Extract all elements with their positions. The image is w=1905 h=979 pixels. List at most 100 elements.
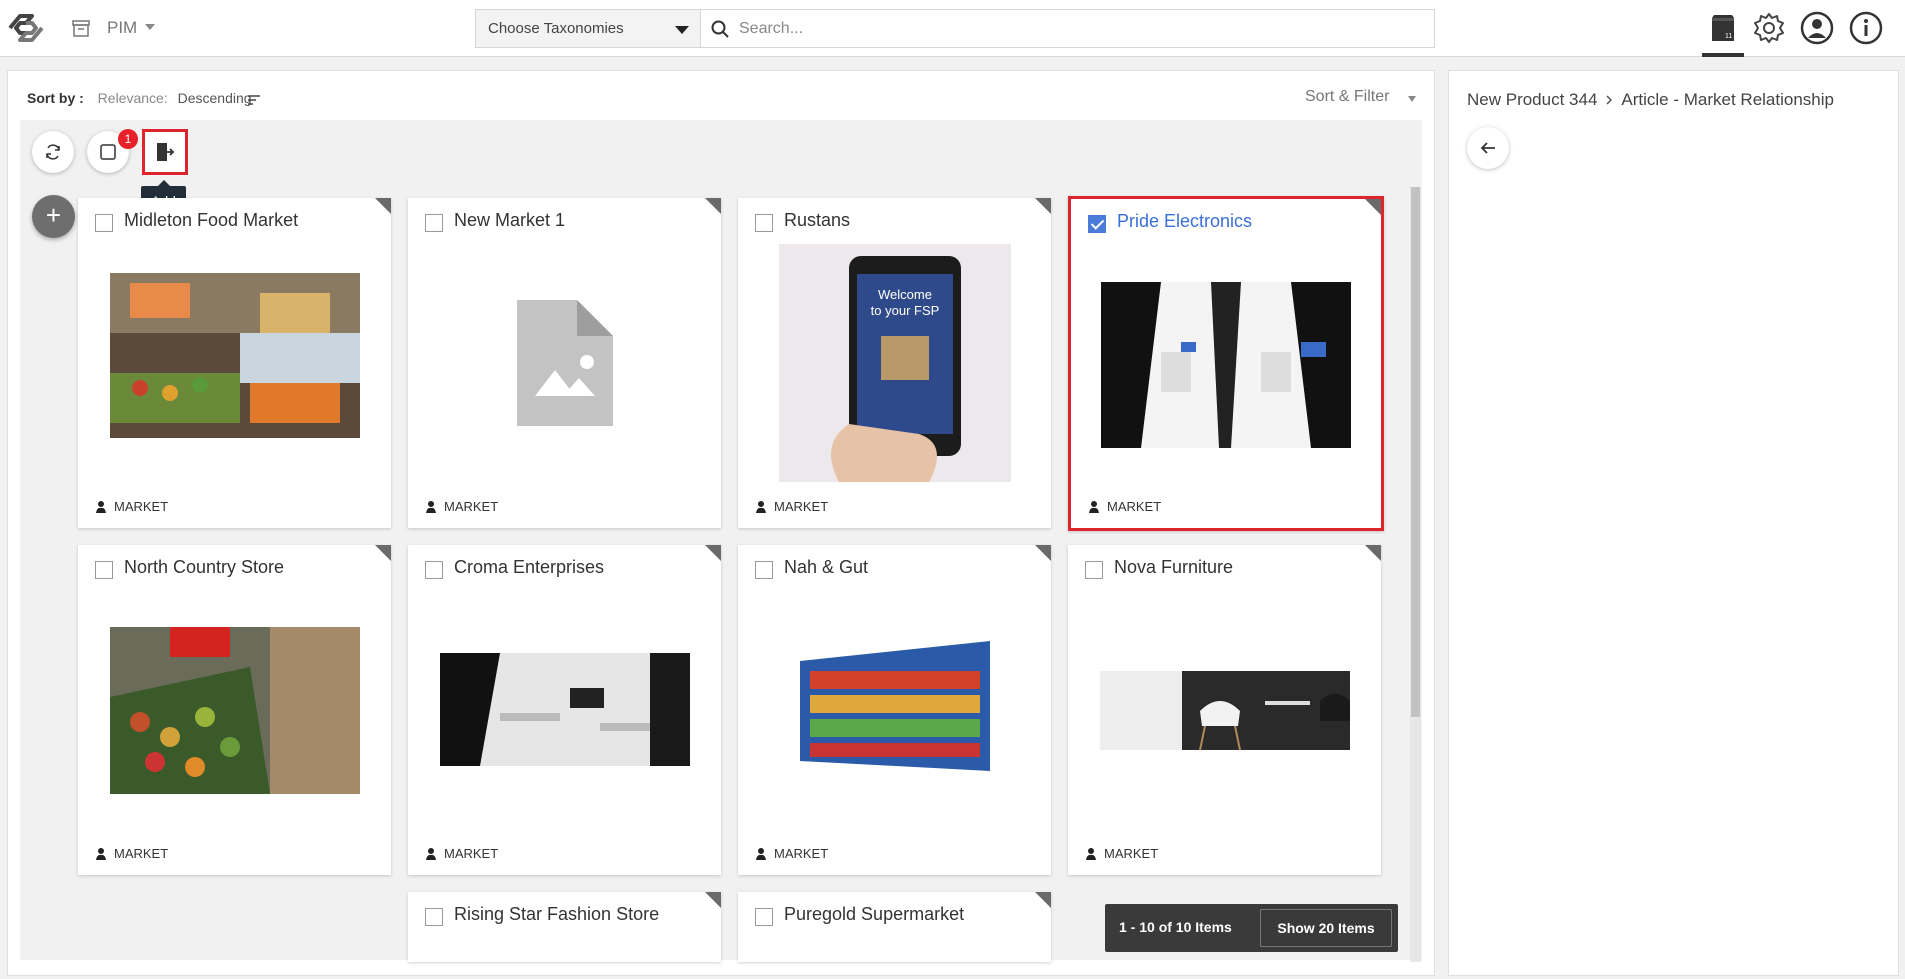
market-person-icon (756, 847, 766, 860)
card-checkbox[interactable] (755, 561, 773, 579)
breadcrumb-parent[interactable]: New Product 344 (1467, 90, 1597, 110)
card-new-market-1[interactable]: New Market 1 MARKET (408, 198, 721, 528)
card-title[interactable]: Pride Electronics (1117, 211, 1252, 232)
card-checkbox[interactable] (755, 214, 773, 232)
archive-icon (72, 20, 90, 37)
svg-text:11: 11 (1725, 33, 1732, 40)
market-person-icon (1086, 847, 1096, 860)
card-north-country-store[interactable]: North Country Store MARKET (78, 545, 391, 875)
card-image (1101, 282, 1351, 448)
market-person-icon (96, 847, 106, 860)
sort-lines-icon[interactable] (247, 94, 261, 106)
card-checkbox-checked[interactable] (1088, 215, 1106, 233)
card-corner-flag (705, 545, 721, 561)
taxonomy-select-label: Choose Taxonomies (488, 20, 624, 37)
card-type: MARKET (754, 846, 828, 861)
card-checkbox[interactable] (95, 214, 113, 232)
card-checkbox[interactable] (95, 561, 113, 579)
back-button[interactable] (1467, 127, 1509, 169)
pagination-bar: 1 - 10 of 10 Items Show 20 Items (1105, 904, 1398, 952)
card-image (109, 627, 360, 794)
card-title[interactable]: Midleton Food Market (124, 210, 298, 231)
card-rustans[interactable]: Rustans Welcome to your FSP MARKET (738, 198, 1051, 528)
card-corner-flag (375, 545, 391, 561)
card-nah-gut[interactable]: Nah & Gut MARKET (738, 545, 1051, 875)
card-pride-electronics[interactable]: Pride Electronics MARKET (1068, 196, 1384, 531)
active-tab-indicator (1702, 53, 1744, 57)
svg-text:to your FSP: to your FSP (870, 303, 939, 318)
card-nova-furniture[interactable]: Nova Furniture MARKET (1068, 545, 1381, 875)
card-corner-flag (1035, 892, 1051, 908)
search-icon (711, 20, 729, 38)
card-checkbox[interactable] (755, 908, 773, 926)
card-checkbox[interactable] (425, 214, 443, 232)
card-title[interactable]: Puregold Supermarket (784, 904, 964, 925)
arrow-left-icon (1480, 142, 1495, 154)
card-type: MARKET (94, 499, 168, 514)
card-corner-flag (705, 892, 721, 908)
card-title[interactable]: Croma Enterprises (454, 557, 604, 578)
settings-gear-icon[interactable] (1751, 10, 1787, 46)
card-title[interactable]: Nova Furniture (1114, 557, 1233, 578)
image-placeholder-icon (516, 300, 613, 426)
card-corner-flag (1035, 545, 1051, 561)
breadcrumb-current: Article - Market Relationship (1621, 90, 1834, 109)
card-rising-star-fashion-store[interactable]: Rising Star Fashion Store (408, 892, 721, 962)
card-corner-flag (1035, 198, 1051, 214)
card-title[interactable]: Rustans (784, 210, 850, 231)
checkbox-square-icon (100, 144, 116, 160)
sort-filter-toggle[interactable]: Sort & Filter (1305, 88, 1389, 106)
user-avatar-icon[interactable] (1799, 10, 1835, 46)
card-image (1099, 671, 1350, 750)
card-corner-flag (1365, 545, 1381, 561)
card-checkbox[interactable] (1085, 561, 1103, 579)
relationship-panel (1448, 70, 1899, 976)
scrollbar-thumb[interactable] (1411, 187, 1420, 717)
chevron-down-icon[interactable] (145, 24, 155, 30)
market-person-icon (756, 500, 766, 513)
search-input[interactable] (739, 17, 1419, 41)
add-button[interactable] (142, 129, 188, 175)
card-puregold-supermarket[interactable]: Puregold Supermarket (738, 892, 1051, 962)
card-type: MARKET (1084, 846, 1158, 861)
card-checkbox[interactable] (425, 561, 443, 579)
card-type: MARKET (754, 499, 828, 514)
card-title[interactable]: Nah & Gut (784, 557, 868, 578)
sort-order[interactable]: Descending (178, 90, 252, 106)
top-bar: PIM Choose Taxonomies 11 (0, 0, 1905, 57)
vertical-scrollbar[interactable] (1410, 187, 1421, 962)
refresh-icon (46, 144, 60, 160)
show-more-button[interactable]: Show 20 Items (1260, 909, 1392, 947)
market-person-icon (96, 500, 106, 513)
caret-down-icon[interactable] (1408, 96, 1416, 102)
create-new-button[interactable]: + (32, 195, 75, 238)
card-image (439, 653, 690, 766)
market-person-icon (426, 847, 436, 860)
svg-text:Welcome: Welcome (878, 287, 932, 302)
card-type: MARKET (94, 846, 168, 861)
card-type: MARKET (1087, 499, 1161, 514)
card-checkbox[interactable] (425, 908, 443, 926)
card-title[interactable]: North Country Store (124, 557, 284, 578)
item-count: 1 - 10 of 10 Items (1119, 919, 1232, 935)
sort-by: Sort by : Relevance: Descending (27, 90, 252, 106)
sort-field[interactable]: Relevance: (98, 90, 168, 106)
card-croma-enterprises[interactable]: Croma Enterprises MARKET (408, 545, 721, 875)
info-icon[interactable] (1848, 10, 1884, 46)
sort-by-label: Sort by : (27, 90, 84, 106)
card-type: MARKET (424, 499, 498, 514)
card-title[interactable]: New Market 1 (454, 210, 565, 231)
card-title[interactable]: Rising Star Fashion Store (454, 904, 659, 925)
app-switcher-label[interactable]: PIM (107, 18, 137, 38)
card-image: Welcome to your FSP (778, 244, 1011, 482)
refresh-button[interactable] (32, 131, 74, 173)
card-corner-flag (1365, 199, 1381, 215)
taxonomy-select[interactable]: Choose Taxonomies (475, 9, 701, 48)
add-to-relation-icon (157, 143, 175, 161)
card-midleton-food-market[interactable]: Midleton Food Market MARKET (78, 198, 391, 528)
logo-icon[interactable] (4, 10, 48, 46)
card-corner-flag (375, 198, 391, 214)
card-type: MARKET (424, 846, 498, 861)
catalog-icon[interactable]: 11 (1705, 10, 1741, 46)
card-image (769, 641, 1020, 783)
